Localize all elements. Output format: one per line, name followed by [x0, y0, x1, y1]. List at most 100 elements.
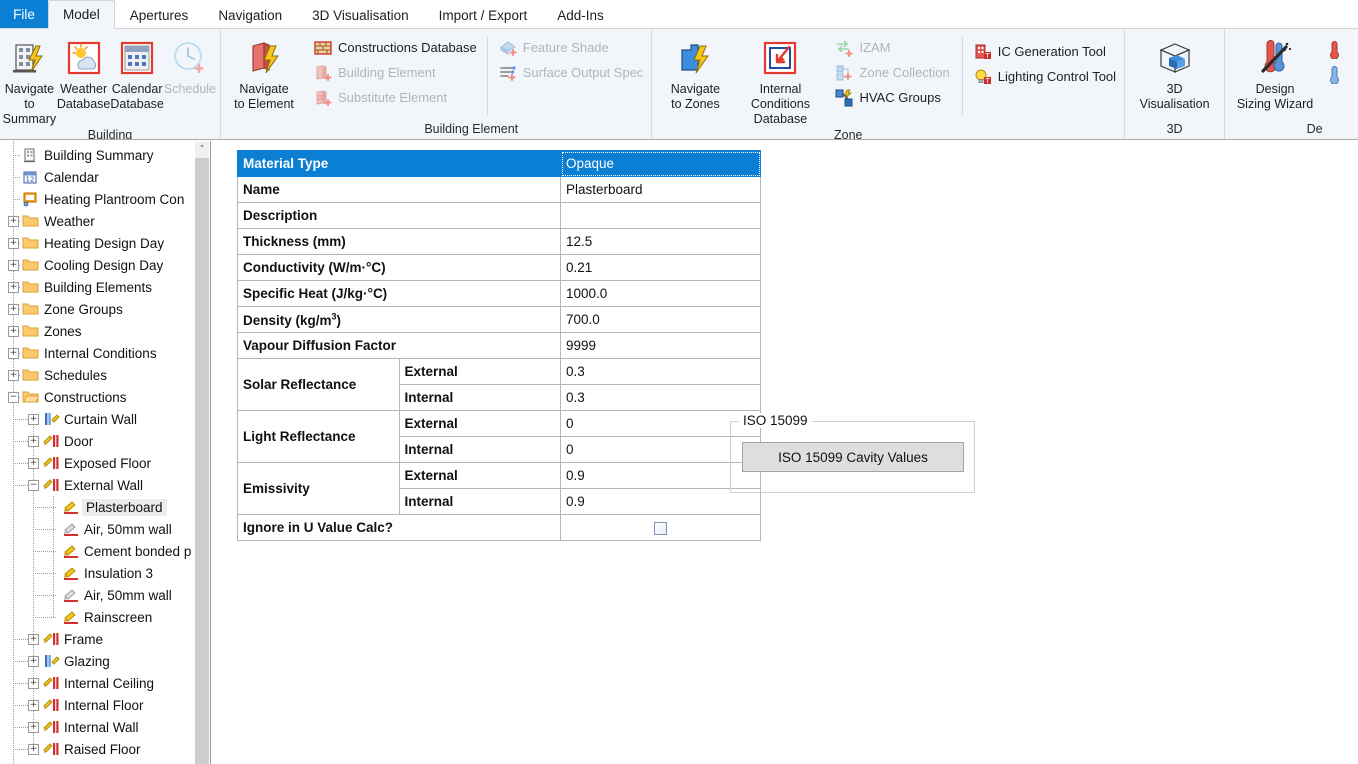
calendar-database-button[interactable]: Calendar Database — [110, 33, 164, 112]
tree-item[interactable]: + Internal Wall — [28, 716, 196, 738]
material-air-icon — [62, 521, 80, 537]
tree-item[interactable]: + Internal Conditions — [8, 342, 196, 364]
tree-item[interactable]: + Cooling Design Day — [8, 254, 196, 276]
weather-database-button[interactable]: Weather Database — [57, 33, 110, 112]
tree-item[interactable]: + Zones — [8, 320, 196, 342]
property-value-cell[interactable] — [560, 202, 761, 229]
cube-3d-icon — [1155, 36, 1195, 80]
tree-item[interactable]: − External Wall — [28, 474, 196, 496]
navigator-panel: Building Summary 12 Calendar Heating Plantr… — [0, 141, 211, 764]
expand-plus-icon[interactable]: + — [28, 699, 39, 711]
building-element-button: Building Element — [309, 60, 481, 85]
expand-plus-icon[interactable]: + — [28, 677, 39, 689]
navigate-to-zones-button[interactable]: Navigate to Zones — [656, 33, 734, 112]
tree-item[interactable]: + Heating Design Day — [8, 232, 196, 254]
expand-plus-icon[interactable]: + — [8, 347, 19, 359]
tree-item[interactable]: + Zone Groups — [8, 298, 196, 320]
tab-import-export[interactable]: Import / Export — [424, 0, 543, 29]
lighting-control-tool-button[interactable]: T Lighting Control Tool — [969, 64, 1120, 89]
model-tree[interactable]: Building Summary 12 Calendar Heating Plantr… — [0, 141, 196, 764]
ribbon-group-design: Design Sizing Wizard De — [1224, 29, 1358, 139]
expand-plus-icon[interactable]: + — [28, 457, 39, 469]
expand-plus-icon[interactable]: + — [28, 633, 39, 645]
expand-plus-icon[interactable]: + — [8, 215, 19, 227]
tree-item[interactable]: + Curtain Wall — [28, 408, 196, 430]
tree-item[interactable]: + Internal Ceiling — [28, 672, 196, 694]
tree-item[interactable]: 12 Calendar — [8, 166, 196, 188]
ignore-in-u-value-calc-checkbox[interactable] — [654, 521, 667, 535]
property-value-cell[interactable]: Opaque — [560, 150, 761, 177]
tab-add-ins[interactable]: Add-Ins — [542, 0, 619, 29]
expand-plus-icon[interactable]: + — [8, 281, 19, 293]
tab-apertures[interactable]: Apertures — [115, 0, 204, 29]
property-value-cell[interactable]: 700.0 — [560, 306, 761, 333]
navigate-to-summary-button[interactable]: Navigate to Summary — [2, 33, 57, 127]
tree-expander-none — [48, 612, 59, 623]
expand-plus-icon[interactable]: + — [8, 325, 19, 337]
3d-visualisation-button[interactable]: 3D Visualisation — [1129, 33, 1220, 112]
constructions-database-button[interactable]: Constructions Database — [309, 35, 481, 60]
tree-item[interactable]: Air, 50mm wall — [48, 518, 196, 540]
property-value-cell[interactable]: Plasterboard — [560, 176, 761, 203]
expand-plus-icon[interactable]: + — [28, 655, 39, 667]
property-value-cell[interactable]: 9999 — [560, 332, 761, 359]
tab-model[interactable]: Model — [48, 0, 115, 29]
tree-item[interactable]: Heating Plantroom Con — [8, 188, 196, 210]
expand-plus-icon[interactable]: + — [28, 435, 39, 447]
tree-item-label: Building Summary — [44, 147, 154, 163]
property-value-cell[interactable]: 0.3 — [560, 358, 761, 385]
property-value-cell[interactable]: 12.5 — [560, 228, 761, 255]
expand-plus-icon[interactable]: + — [28, 413, 39, 425]
tree-item[interactable]: + Raised Floor — [28, 738, 196, 760]
property-value-cell[interactable]: 1000.0 — [560, 280, 761, 307]
tree-scrollbar[interactable]: ˄ — [195, 141, 209, 764]
construction-icon — [42, 741, 60, 757]
property-checkbox-cell[interactable] — [560, 514, 761, 541]
expand-plus-icon[interactable]: + — [8, 237, 19, 249]
design-sizing-wizard-button[interactable]: Design Sizing Wizard — [1229, 33, 1321, 112]
property-label-cell: Vapour Diffusion Factor — [237, 332, 561, 359]
property-row: Thickness (mm) 12.5 — [237, 228, 761, 255]
iso-15099-cavity-values-button[interactable]: ISO 15099 Cavity Values — [742, 442, 964, 472]
tree-item[interactable]: Rainscreen — [48, 606, 196, 628]
tree-item[interactable]: + Weather — [8, 210, 196, 232]
tree-item[interactable]: + Door — [28, 430, 196, 452]
tree-item[interactable]: + Glazing — [28, 650, 196, 672]
calendar-database-label: Calendar Database — [110, 82, 164, 111]
property-value-cell[interactable]: 0.3 — [560, 384, 761, 411]
scroll-up-arrow-icon[interactable]: ˄ — [195, 141, 209, 158]
tree-item[interactable]: Air, 50mm wall — [48, 584, 196, 606]
property-sublabel-cell: External — [398, 358, 561, 385]
material-opaque-icon — [62, 499, 80, 515]
tree-item[interactable]: Insulation 3 — [48, 562, 196, 584]
expand-plus-icon[interactable]: + — [28, 721, 39, 733]
internal-conditions-database-button[interactable]: Internal Conditions Database — [734, 33, 826, 127]
expand-plus-icon[interactable]: + — [28, 743, 39, 755]
tree-item[interactable]: + Schedules — [8, 364, 196, 386]
cooling-thermometer-button[interactable] — [1321, 62, 1354, 87]
tree-item[interactable]: + Frame — [28, 628, 196, 650]
ic-generation-tool-button[interactable]: T IC Generation Tool — [969, 39, 1120, 64]
heating-thermometer-button[interactable] — [1321, 37, 1354, 62]
tree-item[interactable]: Plasterboard — [48, 496, 196, 518]
tree-item[interactable]: + Internal Floor — [28, 694, 196, 716]
collapse-minus-icon[interactable]: − — [8, 391, 19, 403]
tree-item[interactable]: − Constructions — [8, 386, 196, 408]
expand-plus-icon[interactable]: + — [8, 259, 19, 271]
navigate-to-element-button[interactable]: Navigate to Element — [225, 33, 303, 112]
expand-plus-icon[interactable]: + — [8, 369, 19, 381]
property-value-cell[interactable]: 0.21 — [560, 254, 761, 281]
tree-item[interactable]: + Exposed Floor — [28, 452, 196, 474]
izam-label: IZAM — [859, 40, 891, 55]
tree-item-label: Glazing — [64, 653, 110, 669]
tab-file[interactable]: File — [0, 0, 48, 29]
hvac-groups-button[interactable]: HVAC Groups — [830, 85, 953, 110]
expand-plus-icon[interactable]: + — [8, 303, 19, 315]
tab-navigation[interactable]: Navigation — [203, 0, 297, 29]
collapse-minus-icon[interactable]: − — [28, 479, 39, 491]
tree-item[interactable]: Cement bonded p — [48, 540, 196, 562]
tree-item-label: Plasterboard — [82, 498, 167, 516]
tree-item[interactable]: + Building Elements — [8, 276, 196, 298]
tree-item[interactable]: Building Summary — [8, 144, 196, 166]
tab-3d-visualisation[interactable]: 3D Visualisation — [297, 0, 424, 29]
